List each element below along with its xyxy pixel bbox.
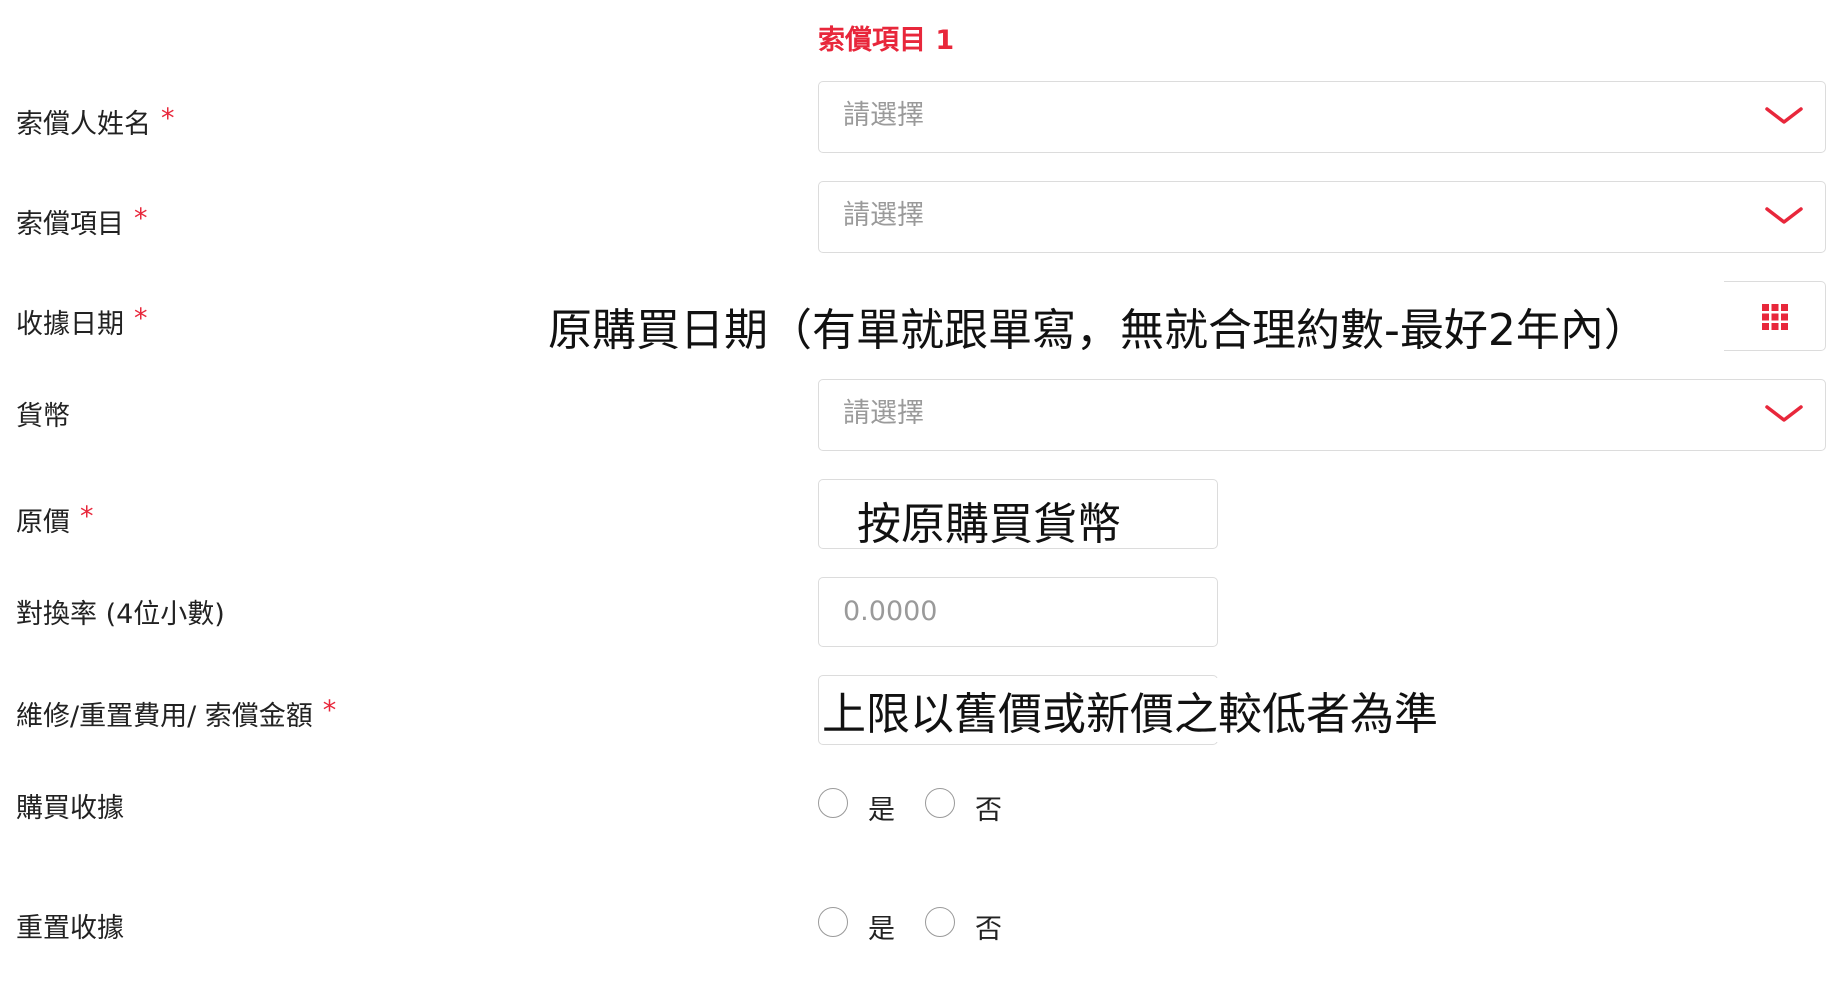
purchase-receipt-no-label[interactable]: 否 (975, 788, 1002, 827)
required-mark: * (80, 501, 94, 532)
claim-item-select[interactable]: 請選擇 (818, 181, 1826, 253)
exchange-rate-label: 對換率 (4位小數) (16, 592, 225, 631)
currency-label-text: 貨幣 (16, 401, 70, 432)
purchase-receipt-yes-label[interactable]: 是 (868, 788, 895, 827)
required-mark: * (134, 303, 148, 334)
replacement-receipt-no-label[interactable]: 否 (975, 907, 1002, 946)
original-price-input[interactable]: 按原購買貨幣 (818, 479, 1218, 550)
receipt-date-note: 原購買日期（有單就跟單寫，無就合理約數-最好2年內） (548, 305, 1648, 356)
currency-placeholder: 請選擇 (843, 398, 924, 429)
replacement-receipt-yes-radio[interactable] (818, 907, 848, 937)
chevron-down-icon (1765, 107, 1803, 124)
date-picker-button[interactable] (1724, 281, 1826, 351)
chevron-down-icon (1765, 207, 1803, 224)
replacement-receipt-yes-label[interactable]: 是 (868, 907, 895, 946)
claim-amount-note: 上限以舊價或新價之較低者為準 (822, 678, 1442, 742)
exchange-rate-input[interactable]: 0.0000 (818, 577, 1218, 647)
claimant-name-select[interactable]: 請選擇 (818, 81, 1826, 153)
receipt-date-label: 收據日期 * (16, 302, 148, 341)
claim-item-label-text: 索償項目 (16, 209, 124, 240)
section-title: 索償項目 1 (818, 25, 955, 56)
replacement-receipt-label-text: 重置收據 (16, 913, 124, 944)
claim-item-label: 索償項目 * (16, 202, 148, 241)
required-mark: * (322, 695, 337, 726)
receipt-date-label-text: 收據日期 (16, 309, 124, 340)
original-price-note: 按原購買貨幣 (857, 499, 1121, 550)
replacement-receipt-no-radio[interactable] (925, 907, 955, 937)
claimant-name-label: 索償人姓名 * (16, 102, 175, 141)
currency-select[interactable]: 請選擇 (818, 379, 1826, 451)
chevron-down-icon (1765, 405, 1803, 422)
original-price-label-text: 原價 (16, 507, 70, 538)
exchange-rate-placeholder: 0.0000 (843, 596, 938, 627)
replacement-receipt-label: 重置收據 (16, 906, 124, 945)
purchase-receipt-label-text: 購買收據 (16, 793, 124, 824)
claimant-name-label-text: 索償人姓名 (16, 109, 151, 140)
claim-item-placeholder: 請選擇 (843, 200, 924, 231)
required-mark: * (134, 203, 148, 234)
purchase-receipt-label: 購買收據 (16, 786, 124, 825)
required-mark: * (161, 103, 175, 134)
currency-label: 貨幣 (16, 394, 70, 433)
purchase-receipt-yes-radio[interactable] (818, 788, 848, 818)
calendar-grid-icon (1762, 304, 1788, 330)
claim-amount-label-text: 維修/重置費用/ 索償金額 (16, 701, 313, 732)
original-price-label: 原價 * (16, 500, 94, 539)
exchange-rate-label-text: 對換率 (4位小數) (16, 599, 225, 630)
purchase-receipt-no-radio[interactable] (925, 788, 955, 818)
claimant-name-placeholder: 請選擇 (843, 100, 924, 131)
claim-amount-label: 維修/重置費用/ 索償金額 * (16, 694, 336, 733)
